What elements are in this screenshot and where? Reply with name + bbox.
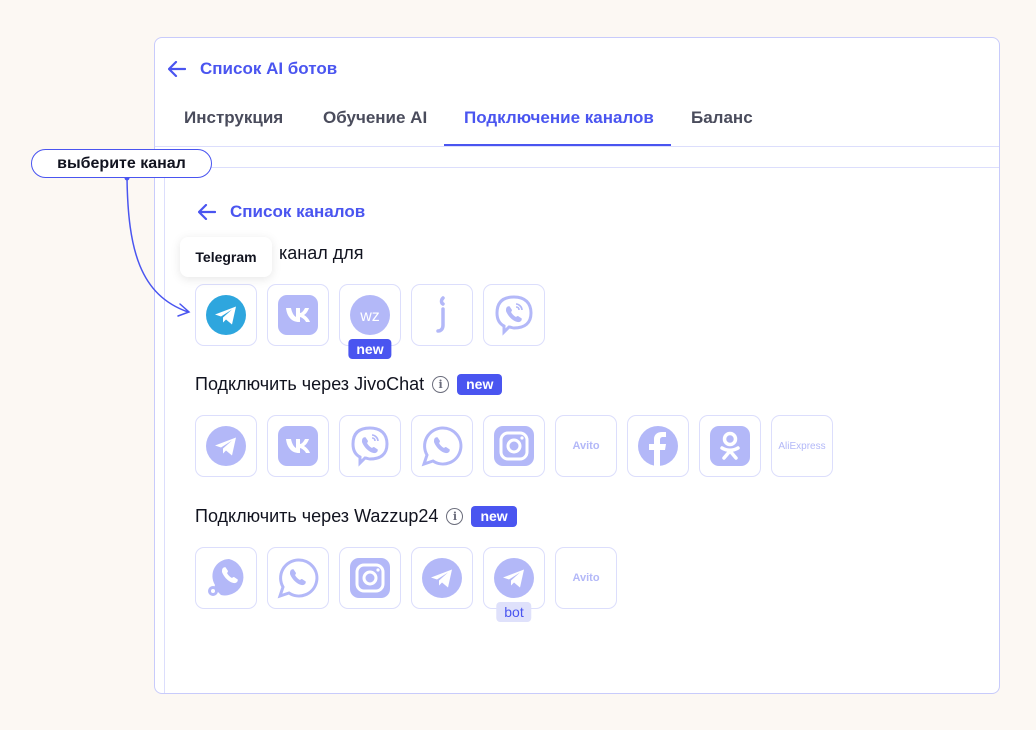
channel-tile-viber[interactable] [483,284,545,346]
instagram-icon [349,557,391,599]
tab-ai-training[interactable]: Обучение AI [323,108,427,128]
wz-icon: wz [349,294,391,336]
channel-tile-avito[interactable]: Avito [555,415,617,477]
channel-tile-aliexpress[interactable]: AliExpress [771,415,833,477]
tab-instructions[interactable]: Инструкция [184,108,283,128]
channel-tile-viber[interactable] [339,415,401,477]
tab-channel-connection[interactable]: Подключение каналов [464,108,654,128]
wazzup-heading: Подключить через Wazzup24 i new [195,506,517,527]
tab-balance[interactable]: Баланс [691,108,753,128]
channel-tile-telegram[interactable] [411,547,473,609]
facebook-icon [637,425,679,467]
panel-top-border [164,167,999,168]
info-icon[interactable]: i [446,508,464,525]
instagram-icon [493,425,535,467]
back-to-bots-label: Список AI ботов [200,59,338,78]
viber-icon [493,294,535,336]
avito-logo: Avito [572,572,600,584]
channel-tile-instagram[interactable] [483,415,545,477]
whatsapp-icon [277,557,319,599]
telegram-icon [205,425,247,467]
svg-text:wz: wz [359,308,380,325]
tabs-divider [155,146,999,147]
telegram-tooltip: Telegram [180,237,272,277]
jivochat-heading: Подключить через JivoChat i new [195,374,503,395]
channel-tile-facebook[interactable] [627,415,689,477]
back-to-bots-link[interactable]: Список AI ботов [168,59,337,79]
vk-icon [277,294,319,336]
channel-row-jivochat: Avito AliExpress [195,415,833,477]
jivochat-heading-text: Подключить через JivoChat [195,374,425,394]
section-heading-text: канал для [279,243,364,263]
section-heading: канал для [279,243,364,264]
whatsapp-icon [421,425,463,467]
telegram-icon [205,294,247,336]
channel-tile-whatsapp-business[interactable] [195,547,257,609]
vk-icon [277,425,319,467]
channel-tile-telegram[interactable] [195,284,257,346]
channel-tile-odnoklassniki[interactable] [699,415,761,477]
channel-tile-whatsapp[interactable] [267,547,329,609]
new-badge: new [457,374,503,395]
bot-badge: bot [496,602,532,622]
telegram-icon [493,557,535,599]
channel-tile-jivo[interactable] [411,284,473,346]
new-badge: new [348,339,392,359]
info-icon[interactable]: i [432,376,450,393]
channel-tile-vk[interactable] [267,415,329,477]
avito-logo: Avito [572,440,600,452]
active-tab-indicator [444,144,671,146]
viber-icon [349,425,391,467]
odnoklassniki-icon [709,425,751,467]
channel-tile-whatsapp[interactable] [411,415,473,477]
panel-left-border [164,167,165,693]
back-to-channels-label: Список каналов [230,202,366,221]
aliexpress-logo: AliExpress [778,440,826,452]
arrow-left-icon [168,61,186,77]
new-badge: new [471,506,517,527]
channel-tile-avito[interactable]: Avito [555,547,617,609]
choose-channel-annotation: выберите канал [31,149,212,178]
back-to-channels-link[interactable]: Список каналов [198,202,365,222]
channel-row-direct: wz new [195,284,545,359]
channel-tile-instagram[interactable] [339,547,401,609]
whatsapp-business-icon [205,557,247,599]
channel-tile-telegram[interactable] [195,415,257,477]
jivo-icon [421,294,463,336]
wazzup-heading-text: Подключить через Wazzup24 [195,506,439,526]
channel-tile-wz[interactable]: wz new [339,284,401,359]
channel-tile-telegram[interactable]: bot [483,547,545,622]
channel-tile-vk[interactable] [267,284,329,346]
arrow-left-icon [198,204,216,220]
channel-row-wazzup: bot Avito [195,547,617,622]
telegram-icon [421,557,463,599]
